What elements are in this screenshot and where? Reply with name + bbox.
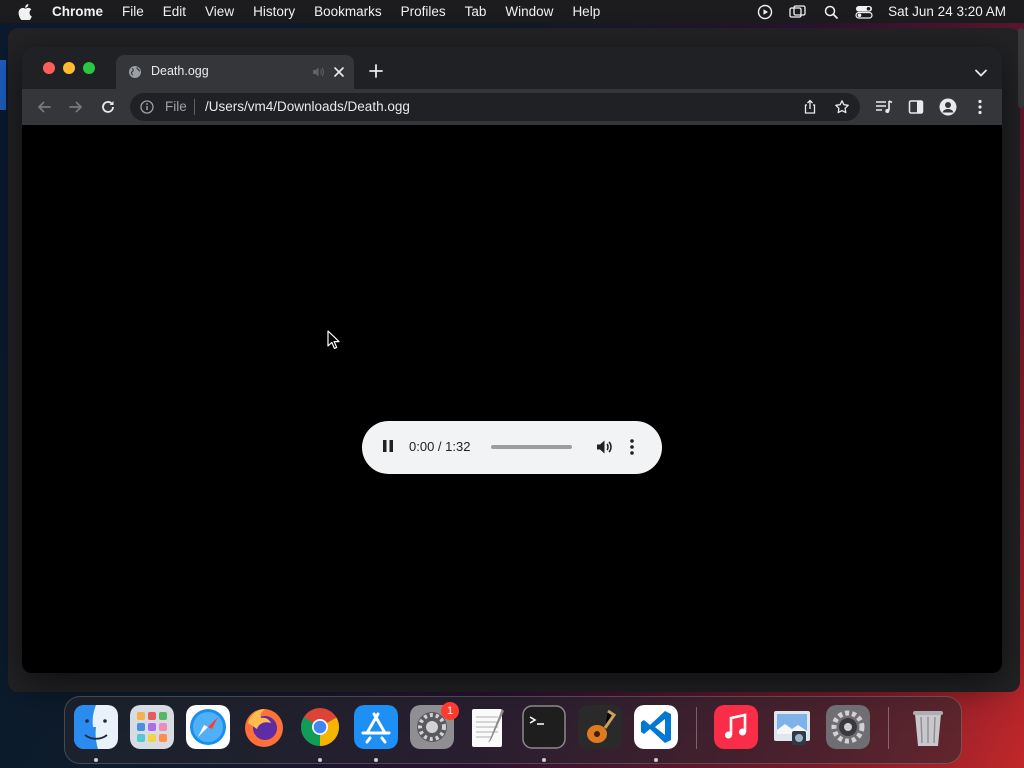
menu-help[interactable]: Help: [572, 4, 600, 19]
seek-slider[interactable]: [491, 445, 572, 449]
app-store-icon[interactable]: [354, 705, 398, 749]
launchpad-icon[interactable]: [130, 705, 174, 749]
chrome-icon[interactable]: [298, 705, 342, 749]
mouse-pointer-icon: [327, 330, 341, 350]
pause-button-icon[interactable]: [382, 439, 394, 453]
terminal-running-dot: [542, 758, 546, 762]
app-store-running-dot: [374, 758, 378, 762]
window-zoom-button[interactable]: [83, 62, 95, 74]
audio-player[interactable]: 0:00 / 1:32: [362, 421, 662, 474]
more-options-kebab-icon[interactable]: [630, 438, 640, 456]
finder-running-dot: [94, 758, 98, 762]
firefox-icon[interactable]: [242, 705, 286, 749]
dock: 1: [64, 696, 962, 764]
music-icon[interactable]: [714, 705, 758, 749]
browser-window: Death.ogg File /Users/vm4/Downloads/Deat…: [22, 47, 1002, 673]
apple-menu-icon[interactable]: [18, 3, 34, 20]
finder-icon[interactable]: [74, 705, 118, 749]
omnibox-divider: [194, 99, 195, 115]
dock-separator: [696, 707, 697, 749]
tab-search-chevron-down-icon[interactable]: [974, 65, 988, 77]
chrome-running-dot: [318, 758, 322, 762]
textedit-icon[interactable]: [466, 705, 510, 749]
url-text[interactable]: /Users/vm4/Downloads/Death.ogg: [205, 99, 410, 114]
tab-close-icon[interactable]: [331, 64, 347, 80]
page-content: 0:00 / 1:32: [22, 125, 1002, 673]
safari-icon[interactable]: [186, 705, 230, 749]
menubar-clock[interactable]: Sat Jun 24 3:20 AM: [888, 4, 1006, 19]
tab-strip: Death.ogg: [22, 47, 1002, 89]
garageband-icon[interactable]: [578, 705, 622, 749]
preview-icon[interactable]: [770, 705, 814, 749]
address-bar[interactable]: File /Users/vm4/Downloads/Death.ogg: [130, 93, 860, 121]
playback-time: 0:00 / 1:32: [409, 439, 471, 454]
menu-bookmarks[interactable]: Bookmarks: [314, 4, 382, 19]
control-center-icon[interactable]: [854, 4, 874, 20]
scheme-label: File: [165, 99, 187, 114]
trash-icon[interactable]: [906, 705, 950, 749]
notification-badge: 1: [441, 702, 459, 720]
new-tab-plus-icon[interactable]: [368, 63, 384, 79]
menu-profiles[interactable]: Profiles: [401, 4, 446, 19]
vscode-icon[interactable]: [634, 705, 678, 749]
forward-arrow-icon[interactable]: [67, 98, 85, 116]
back-arrow-icon[interactable]: [35, 98, 53, 116]
chrome-menu-kebab-icon[interactable]: [971, 98, 989, 116]
settings-gear-icon[interactable]: [826, 705, 870, 749]
reload-icon[interactable]: [99, 98, 117, 116]
vscode-running-dot: [654, 758, 658, 762]
volume-speaker-icon[interactable]: [595, 438, 613, 456]
menu-bar: Chrome File Edit View History Bookmarks …: [0, 0, 1024, 23]
menu-edit[interactable]: Edit: [163, 4, 186, 19]
screen-mirroring-icon[interactable]: [788, 4, 808, 20]
profile-avatar-icon[interactable]: [939, 98, 957, 116]
window-close-button[interactable]: [43, 62, 55, 74]
media-play-status-icon[interactable]: [755, 4, 775, 20]
tab-title: Death.ogg: [151, 64, 209, 78]
menu-history[interactable]: History: [253, 4, 295, 19]
menu-tab[interactable]: Tab: [465, 4, 487, 19]
menu-file[interactable]: File: [122, 4, 144, 19]
bookmark-star-icon[interactable]: [834, 99, 850, 115]
background-window-edge: [0, 60, 6, 110]
globe-icon: [128, 65, 142, 79]
site-info-icon[interactable]: [140, 100, 154, 114]
dock-separator-trash: [888, 707, 889, 749]
share-icon[interactable]: [802, 99, 818, 115]
menu-window[interactable]: Window: [505, 4, 553, 19]
spotlight-search-icon[interactable]: [821, 4, 841, 20]
media-controls-icon[interactable]: [875, 98, 893, 116]
browser-toolbar: File /Users/vm4/Downloads/Death.ogg: [22, 89, 1002, 125]
menu-app-name[interactable]: Chrome: [52, 4, 103, 19]
audio-playing-icon[interactable]: [311, 65, 325, 79]
background-scrollbar: [1018, 28, 1024, 108]
side-panel-icon[interactable]: [907, 98, 925, 116]
terminal-icon[interactable]: [522, 705, 566, 749]
tab-active[interactable]: Death.ogg: [116, 55, 354, 89]
window-minimize-button[interactable]: [63, 62, 75, 74]
menu-view[interactable]: View: [205, 4, 234, 19]
